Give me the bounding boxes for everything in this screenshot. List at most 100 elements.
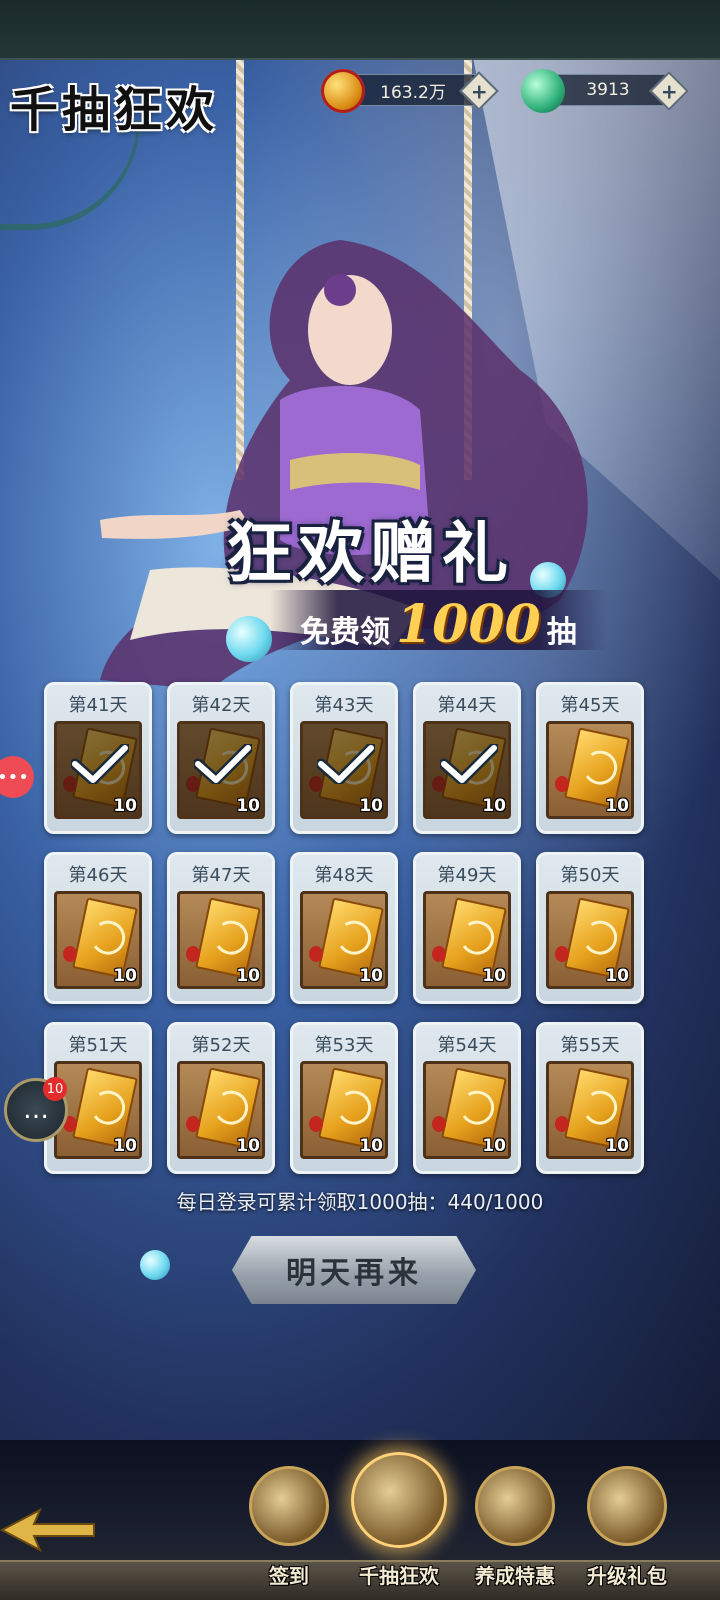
reward-day-label: 第44天	[437, 695, 497, 716]
chat-bubble-icon: …	[23, 1095, 49, 1125]
treasure-chest-icon	[475, 1466, 555, 1546]
nav-tab-label: 升级礼包	[587, 1564, 667, 1588]
reward-day-label: 第52天	[191, 1035, 251, 1056]
checkmark-icon	[317, 744, 375, 784]
sign-in-icon	[249, 1466, 329, 1546]
reward-day-label: 第55天	[560, 1035, 620, 1056]
reward-card[interactable]: 第49天 10	[413, 852, 521, 1004]
reward-card[interactable]: 第52天 10	[167, 1022, 275, 1174]
reward-quantity: 10	[605, 966, 629, 986]
plus-icon: +	[470, 78, 488, 103]
tassel-icon	[63, 946, 77, 962]
reward-quantity: 10	[359, 1136, 383, 1156]
reward-quantity: 10	[482, 1136, 506, 1156]
reward-quantity: 10	[482, 966, 506, 986]
checkmark-icon	[194, 744, 252, 784]
checkmark-icon	[71, 744, 129, 784]
gold-coin-icon	[321, 69, 365, 113]
reward-card[interactable]: 第41天 10	[44, 682, 152, 834]
tassel-icon	[432, 946, 446, 962]
reward-card[interactable]: 第46天 10	[44, 852, 152, 1004]
reward-day-label: 第41天	[68, 695, 128, 716]
reward-card[interactable]: 第50天 10	[536, 852, 644, 1004]
tassel-icon	[309, 946, 323, 962]
nav-tab[interactable]: 养成特惠	[460, 1460, 570, 1600]
bubble-decoration	[140, 1250, 170, 1280]
reward-day-label: 第48天	[314, 865, 374, 886]
promo-subtitle-amount: 1000	[396, 594, 541, 655]
tassel-icon	[432, 1116, 446, 1132]
gold-currency: 163.2万 +	[321, 69, 499, 113]
reward-day-label: 第42天	[191, 695, 251, 716]
tassel-icon	[186, 1116, 200, 1132]
reward-card[interactable]: 第42天 10	[167, 682, 275, 834]
reward-quantity: 10	[359, 796, 383, 816]
reward-day-label: 第49天	[437, 865, 497, 886]
tassel-icon	[555, 1116, 569, 1132]
reward-item-slot: 10	[423, 1061, 511, 1159]
reward-day-label: 第54天	[437, 1035, 497, 1056]
jade-icon	[521, 69, 565, 113]
reward-card[interactable]: 第47天 10	[167, 852, 275, 1004]
heroine-illustration	[100, 240, 588, 690]
reward-item-slot: 10	[300, 891, 388, 989]
reward-quantity: 10	[113, 1136, 137, 1156]
reward-quantity: 10	[113, 966, 137, 986]
promo-subtitle: 免费领 1000 抽	[270, 590, 607, 655]
reward-day-label: 第46天	[68, 865, 128, 886]
reward-card[interactable]: 第45天 10	[536, 682, 644, 834]
reward-quantity: 10	[605, 1136, 629, 1156]
tassel-icon	[186, 946, 200, 962]
tassel-icon	[555, 776, 569, 792]
top-status-bar	[0, 0, 720, 60]
dots-icon: •••	[0, 766, 29, 788]
reward-item-slot: 10	[300, 721, 388, 819]
reward-quantity: 10	[605, 796, 629, 816]
reward-day-label: 第45天	[560, 695, 620, 716]
page-title: 千抽狂欢	[10, 82, 219, 138]
jade-currency: 3913 +	[521, 69, 689, 113]
reward-item-slot: 10	[546, 1061, 634, 1159]
reward-quantity: 10	[236, 966, 260, 986]
reward-day-label: 第53天	[314, 1035, 374, 1056]
reward-card[interactable]: 第43天 10	[290, 682, 398, 834]
come-back-tomorrow-button[interactable]: 明天再来	[232, 1236, 476, 1304]
reward-item-slot: 10	[177, 891, 265, 989]
plus-icon: +	[660, 78, 678, 103]
nav-tab-label: 养成特惠	[475, 1564, 555, 1588]
reward-item-slot: 10	[177, 1061, 265, 1159]
nav-tab-label: 千抽狂欢	[359, 1564, 439, 1588]
reward-day-label: 第51天	[68, 1035, 128, 1056]
back-arrow-icon[interactable]	[0, 1504, 96, 1556]
promo-subtitle-suffix: 抽	[546, 615, 577, 650]
progress-text: 每日登录可累计领取1000抽：440/1000	[176, 1190, 544, 1214]
tassel-icon	[555, 946, 569, 962]
bubble-decoration	[226, 616, 272, 662]
promo-title: 狂欢赠礼	[226, 514, 514, 592]
nav-tab[interactable]: 签到	[234, 1460, 344, 1600]
reward-quantity: 10	[113, 796, 137, 816]
reward-quantity: 10	[482, 796, 506, 816]
reward-item-slot: 10	[300, 1061, 388, 1159]
reward-item-slot: 10	[546, 721, 634, 819]
chat-badge: 10	[43, 1077, 67, 1101]
reward-item-slot: 10	[423, 721, 511, 819]
reward-card[interactable]: 第53天 10	[290, 1022, 398, 1174]
nav-tab[interactable]: 千抽狂欢	[344, 1452, 454, 1600]
reward-item-slot: 10	[423, 891, 511, 989]
reward-day-label: 第50天	[560, 865, 620, 886]
reward-card[interactable]: 第55天 10	[536, 1022, 644, 1174]
reward-day-label: 第43天	[314, 695, 374, 716]
reward-item-slot: 10	[54, 891, 142, 989]
promo-subtitle-prefix: 免费领	[300, 615, 390, 650]
reward-item-slot: 10	[54, 721, 142, 819]
reward-card[interactable]: 第48天 10	[290, 852, 398, 1004]
jade-pot-icon	[587, 1466, 667, 1546]
checkmark-icon	[440, 744, 498, 784]
reward-card[interactable]: 第44天 10	[413, 682, 521, 834]
reward-day-label: 第47天	[191, 865, 251, 886]
nav-tab[interactable]: 升级礼包	[572, 1460, 682, 1600]
reward-quantity: 10	[236, 796, 260, 816]
chat-button[interactable]: … 10	[4, 1077, 68, 1142]
reward-card[interactable]: 第54天 10	[413, 1022, 521, 1174]
